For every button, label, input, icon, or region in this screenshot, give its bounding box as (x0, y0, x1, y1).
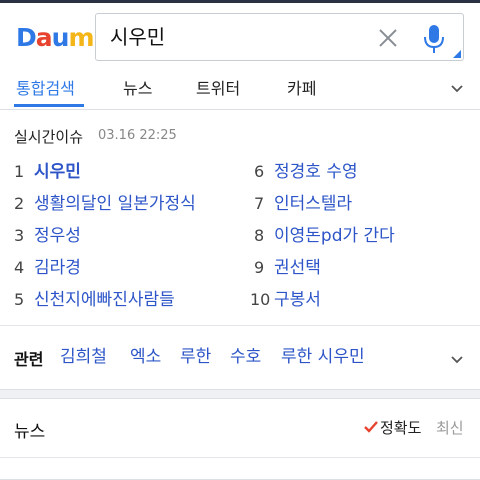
sort-accuracy-button[interactable]: 정확도 (380, 417, 421, 438)
section-divider (0, 325, 480, 326)
logo-letter: D (16, 23, 37, 52)
mic-icon[interactable] (422, 23, 446, 55)
rank-keyword[interactable]: 정우성 (34, 226, 81, 246)
related-keyword[interactable]: 수호 (230, 346, 261, 368)
rank-item[interactable]: 3 정우성 (14, 224, 81, 248)
rank-keyword[interactable]: 정경호 수영 (274, 162, 358, 182)
rank-number: 10 (250, 290, 271, 309)
rank-keyword[interactable]: 김라경 (34, 258, 81, 278)
search-box[interactable]: 시우민 (95, 13, 464, 61)
tab-news[interactable]: 뉴스 (123, 78, 152, 100)
rank-number: 9 (254, 258, 265, 277)
tab-twitter[interactable]: 트위터 (196, 78, 240, 100)
rank-item[interactable]: 7 인터스텔라 (254, 192, 352, 216)
realtime-issues-card: 실시간이슈 03.16 22:25 1 시우민 2 생활의달인 일본가정식 3 정우성… (0, 110, 480, 390)
related-keyword[interactable]: 루한 (180, 346, 211, 368)
logo-letter: a (35, 23, 53, 52)
tab-integrated[interactable]: 통합검색 (16, 78, 75, 100)
rank-number: 4 (14, 258, 25, 277)
sort-latest-button[interactable]: 최신 (436, 417, 464, 438)
rank-keyword[interactable]: 신천지에빠진사람들 (34, 290, 175, 310)
rank-item[interactable]: 9 권선택 (254, 256, 321, 280)
related-keyword[interactable]: 김희철 (60, 346, 107, 368)
rank-keyword[interactable]: 인터스텔라 (274, 194, 352, 214)
rank-number: 5 (14, 290, 25, 309)
rank-number: 6 (254, 162, 265, 181)
rank-number: 1 (14, 162, 25, 181)
rank-item[interactable]: 1 시우민 (14, 160, 81, 184)
tab-cafe[interactable]: 카페 (287, 78, 316, 100)
rank-keyword[interactable]: 생활의달인 일본가정식 (34, 194, 196, 214)
rank-keyword[interactable]: 구봉서 (274, 290, 321, 310)
rank-keyword[interactable]: 권선택 (274, 258, 321, 278)
realtime-timestamp: 03.16 22:25 (98, 128, 177, 143)
section-divider (0, 457, 480, 458)
rank-item[interactable]: 10 구봉서 (250, 288, 321, 312)
active-tab-indicator (14, 104, 84, 107)
chevron-down-icon[interactable] (450, 82, 464, 96)
close-icon[interactable] (377, 27, 399, 49)
related-keyword[interactable]: 엑소 (130, 346, 161, 368)
logo-letter: u (51, 23, 70, 52)
search-input[interactable]: 시우민 (110, 23, 165, 51)
corner-marker (453, 50, 461, 58)
search-tabs: 통합검색 뉴스 트위터 카페 (0, 74, 480, 108)
related-label: 관련 (14, 350, 44, 369)
rank-item[interactable]: 6 정경호 수영 (254, 160, 358, 184)
rank-item[interactable]: 2 생활의달인 일본가정식 (14, 192, 196, 216)
rank-number: 2 (14, 194, 25, 213)
rank-number: 3 (14, 226, 25, 245)
related-keyword[interactable]: 루한 시우민 (281, 346, 365, 368)
chevron-down-icon[interactable] (450, 353, 464, 367)
realtime-title: 실시간이슈 (14, 128, 84, 146)
news-section-title: 뉴스 (14, 422, 46, 442)
daum-logo[interactable]: Daum (16, 23, 95, 53)
rank-number: 7 (254, 194, 265, 213)
rank-item[interactable]: 8 이영돈pd가 간다 (254, 224, 395, 248)
status-strip (0, 0, 480, 3)
logo-letter: m (68, 23, 94, 52)
rank-item[interactable]: 5 신천지에빠진사람들 (14, 288, 175, 312)
header: Daum 시우민 통합검색 뉴스 트위터 카페 (0, 0, 480, 110)
rank-keyword[interactable]: 시우민 (34, 162, 81, 182)
check-icon (364, 421, 378, 433)
rank-item[interactable]: 4 김라경 (14, 256, 81, 280)
rank-keyword[interactable]: 이영돈pd가 간다 (274, 226, 395, 246)
news-card: 뉴스 정확도 최신 (0, 398, 480, 480)
rank-number: 8 (254, 226, 265, 245)
